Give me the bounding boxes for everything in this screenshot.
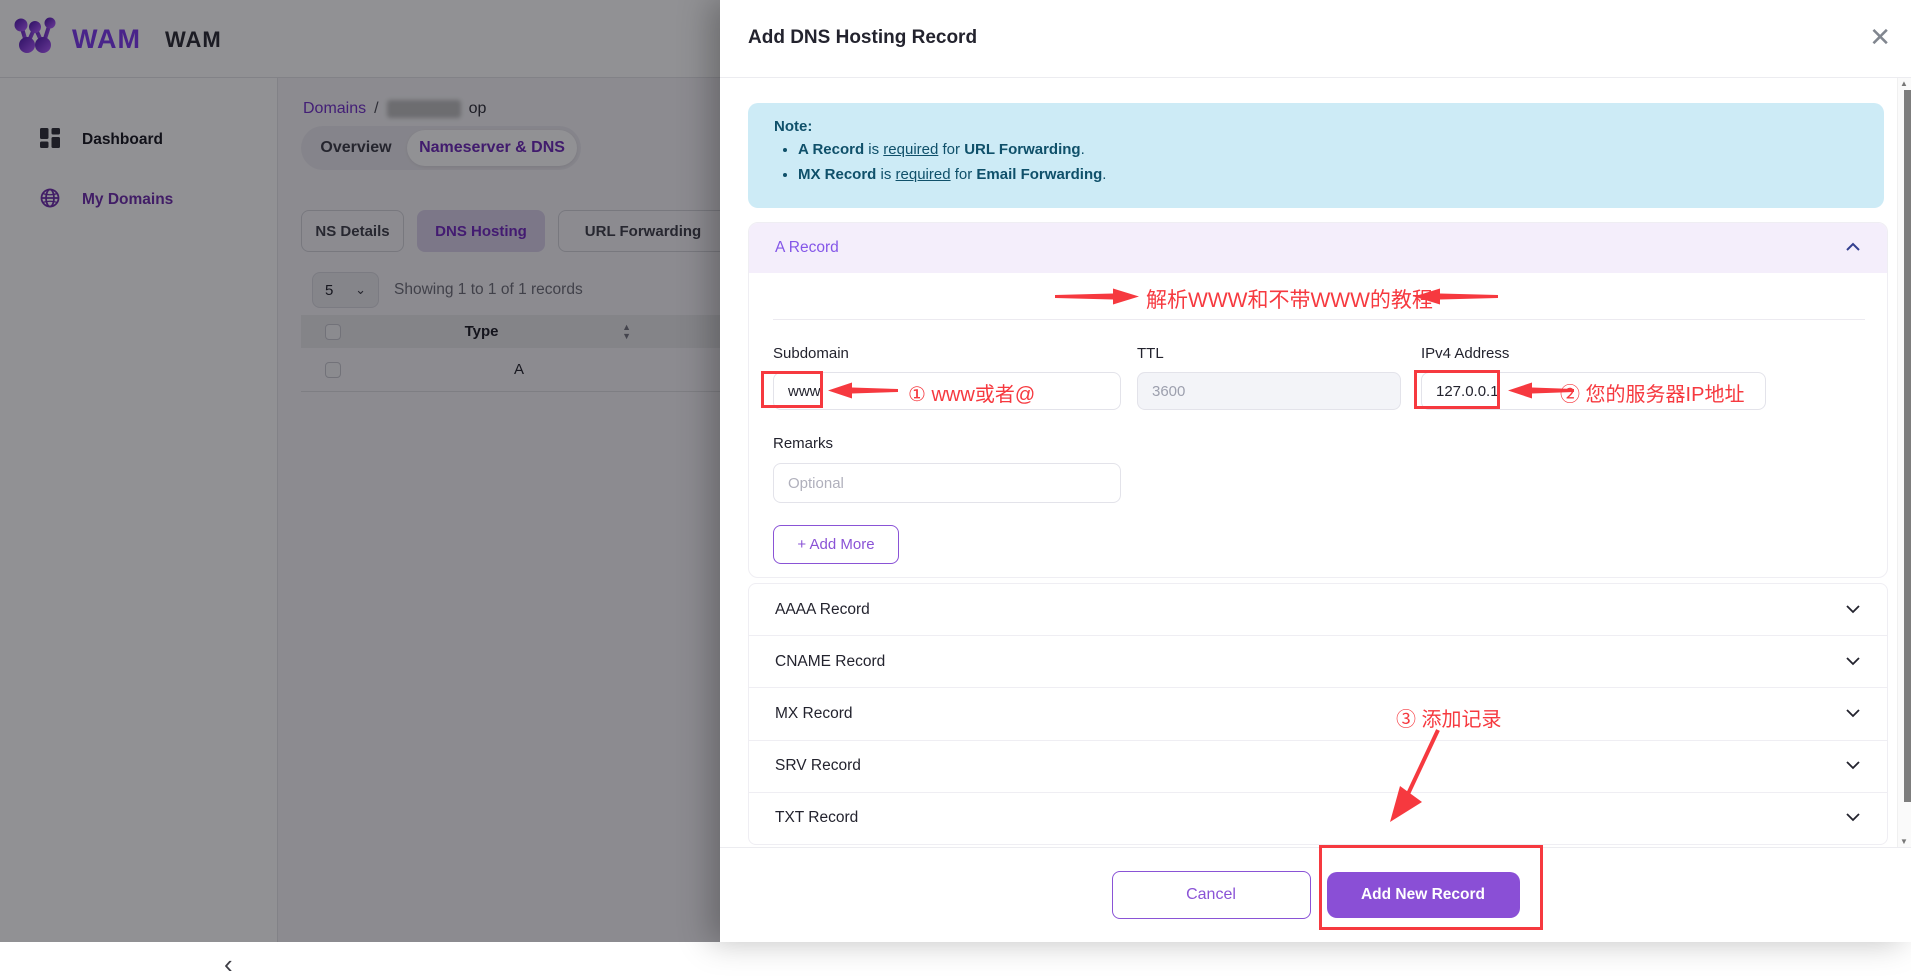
a-record-title: A Record bbox=[775, 239, 839, 257]
record-accordion-list: AAAA Record CNAME Record MX Record SRV R… bbox=[748, 583, 1888, 845]
modal-header: Add DNS Hosting Record ✕ bbox=[720, 0, 1911, 78]
chevron-down-icon bbox=[1845, 757, 1861, 775]
subdomain-input[interactable] bbox=[773, 372, 1121, 410]
remarks-label: Remarks bbox=[773, 435, 833, 452]
cancel-button[interactable]: Cancel bbox=[1112, 871, 1311, 919]
chevron-up-icon bbox=[1845, 239, 1861, 257]
add-more-button[interactable]: + Add More bbox=[773, 525, 899, 564]
ipv4-label: IPv4 Address bbox=[1421, 345, 1509, 362]
chevron-down-icon bbox=[1845, 601, 1861, 619]
accordion-srv-record[interactable]: SRV Record bbox=[749, 740, 1887, 792]
remarks-input[interactable] bbox=[773, 463, 1121, 503]
a-record-accordion-header[interactable]: A Record bbox=[749, 223, 1887, 273]
accordion-label: MX Record bbox=[775, 705, 853, 723]
add-dns-record-modal: Add DNS Hosting Record ✕ Note: A Record … bbox=[720, 0, 1911, 942]
accordion-cname-record[interactable]: CNAME Record bbox=[749, 635, 1887, 687]
accordion-label: AAAA Record bbox=[775, 601, 870, 619]
accordion-label: CNAME Record bbox=[775, 653, 885, 671]
modal-title: Add DNS Hosting Record bbox=[748, 27, 977, 49]
scroll-down-arrow-icon[interactable]: ▼ bbox=[1900, 837, 1908, 846]
modal-scrollbar[interactable]: ▲ ▼ bbox=[1897, 78, 1911, 847]
a-record-panel: A Record Subdomain TTL IPv4 Address Rema… bbox=[748, 222, 1888, 578]
modal-footer: Cancel Add New Record bbox=[720, 847, 1911, 942]
chevron-down-icon bbox=[1845, 809, 1861, 827]
ttl-input bbox=[1137, 372, 1401, 410]
note-bullet: A Record is required for URL Forwarding. bbox=[798, 139, 1858, 161]
accordion-mx-record[interactable]: MX Record bbox=[749, 687, 1887, 739]
sidebar-collapse-icon[interactable]: ‹ bbox=[224, 954, 233, 974]
chevron-down-icon bbox=[1845, 705, 1861, 723]
accordion-txt-record[interactable]: TXT Record bbox=[749, 792, 1887, 844]
ttl-label: TTL bbox=[1137, 345, 1164, 362]
panel-divider bbox=[773, 319, 1865, 320]
subdomain-label: Subdomain bbox=[773, 345, 849, 362]
note-bullet: MX Record is required for Email Forwardi… bbox=[798, 164, 1858, 186]
close-icon[interactable]: ✕ bbox=[1869, 22, 1891, 52]
note-box: Note: A Record is required for URL Forwa… bbox=[748, 103, 1884, 208]
note-heading: Note: bbox=[774, 118, 1858, 135]
chevron-down-icon bbox=[1845, 653, 1861, 671]
add-new-record-button[interactable]: Add New Record bbox=[1327, 872, 1520, 918]
accordion-aaaa-record[interactable]: AAAA Record bbox=[749, 584, 1887, 635]
ipv4-input[interactable] bbox=[1421, 372, 1766, 410]
scroll-up-arrow-icon[interactable]: ▲ bbox=[1900, 79, 1908, 88]
accordion-label: SRV Record bbox=[775, 757, 861, 775]
accordion-label: TXT Record bbox=[775, 809, 858, 827]
scrollbar-thumb[interactable] bbox=[1904, 90, 1911, 802]
